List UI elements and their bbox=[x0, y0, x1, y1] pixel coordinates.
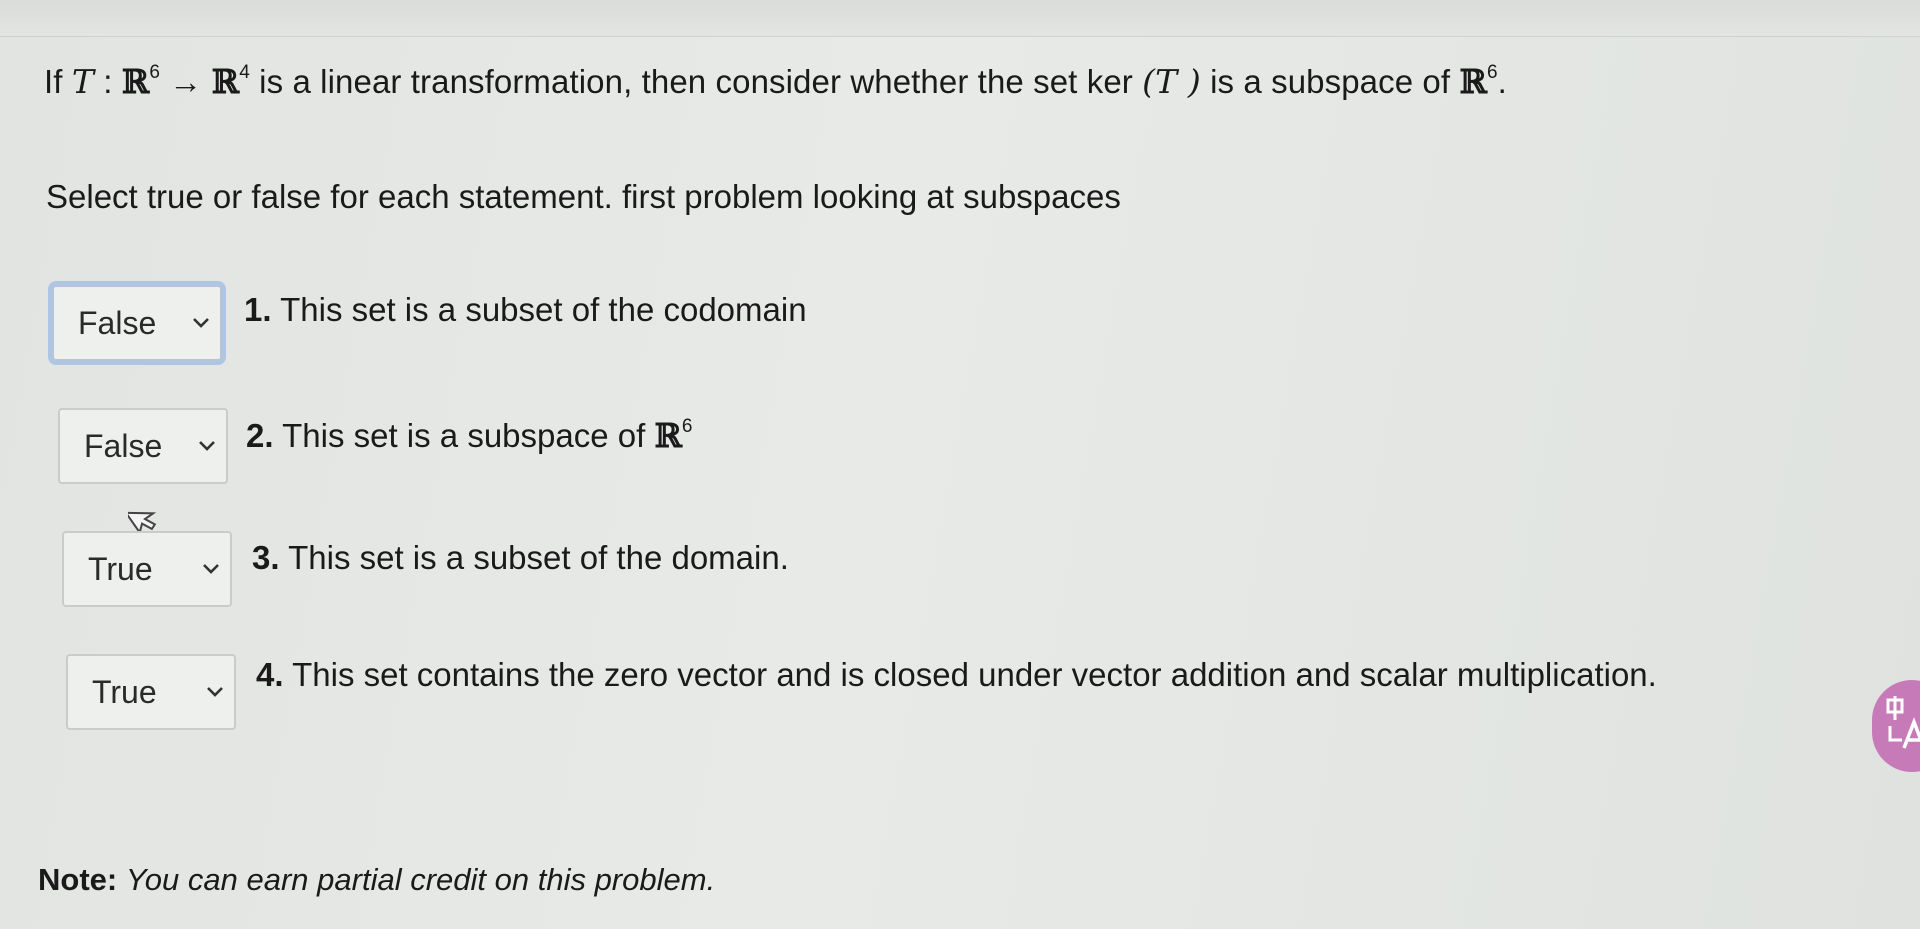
true-false-select-1[interactable]: False bbox=[52, 285, 222, 361]
math-exp: 6 bbox=[681, 416, 693, 437]
page: If T : ℝ6 → ℝ4 is a linear transformatio… bbox=[0, 0, 1920, 929]
instructions: Select true or false for each statement.… bbox=[46, 178, 1121, 215]
chevron-down-icon bbox=[192, 562, 230, 576]
statement-number: 4. bbox=[256, 656, 284, 693]
true-false-select-4[interactable]: True bbox=[66, 654, 236, 730]
statement-number: 1. bbox=[244, 291, 272, 328]
math-R-domain: ℝ bbox=[121, 62, 150, 101]
math-exp-space: 6 bbox=[1486, 62, 1498, 83]
top-border bbox=[0, 0, 1920, 37]
question-period: . bbox=[1497, 63, 1507, 100]
statement-row-1: False 1. This set is a subset of the cod… bbox=[0, 285, 1900, 367]
translate-icon bbox=[1884, 695, 1920, 757]
math-R-space: ℝ bbox=[1459, 62, 1487, 101]
statement-body: This set is a subset of the codomain bbox=[280, 291, 807, 328]
math-exp-domain: 6 bbox=[149, 62, 160, 83]
chevron-down-icon bbox=[196, 685, 234, 699]
question-text: If T : ℝ6 → ℝ4 is a linear transformatio… bbox=[44, 62, 1507, 101]
statement-body: This set contains the zero vector and is… bbox=[292, 656, 1657, 693]
math-R: ℝ bbox=[654, 416, 682, 455]
select-value: False bbox=[78, 304, 157, 341]
true-false-select-3[interactable]: True bbox=[62, 531, 232, 607]
statement-text-3: 3. This set is a subset of the domain. bbox=[252, 539, 789, 577]
math-ker-T: (T ) bbox=[1142, 62, 1201, 101]
math-colon: : bbox=[103, 63, 113, 100]
math-R-codomain: ℝ bbox=[211, 62, 240, 101]
statement-text-2: 2. This set is a subspace of ℝ6 bbox=[246, 416, 692, 455]
statement-number: 3. bbox=[252, 539, 280, 576]
true-false-select-2[interactable]: False bbox=[58, 408, 228, 484]
statement-row-2: False 2. This set is a subspace of ℝ6 bbox=[0, 408, 1900, 490]
statement-body: This set is a subset of the domain. bbox=[288, 539, 789, 576]
question-prefix: If bbox=[44, 63, 63, 100]
question-middle: is a linear transformation, then conside… bbox=[259, 63, 1133, 100]
statement-body: This set is a subspace of bbox=[282, 417, 646, 454]
statement-text-4: 4. This set contains the zero vector and… bbox=[256, 656, 1657, 694]
math-arrow: → bbox=[169, 63, 203, 100]
select-value: True bbox=[88, 550, 153, 587]
note-text: You can earn partial credit on this prob… bbox=[125, 862, 716, 897]
chevron-down-icon bbox=[182, 316, 220, 330]
math-T: T bbox=[71, 62, 94, 101]
statement-row-4: True 4. This set contains the zero vecto… bbox=[0, 654, 1900, 736]
question-suffix: is a subspace of bbox=[1210, 63, 1451, 100]
statement-text-1: 1. This set is a subset of the codomain bbox=[244, 291, 807, 329]
math-exp-codomain: 4 bbox=[239, 62, 250, 83]
chevron-down-icon bbox=[188, 439, 226, 453]
note: Note: You can earn partial credit on thi… bbox=[38, 862, 715, 898]
statement-number: 2. bbox=[246, 417, 274, 454]
select-value: False bbox=[84, 427, 163, 464]
statement-row-3: True 3. This set is a subset of the doma… bbox=[0, 531, 1900, 613]
note-label: Note: bbox=[38, 862, 118, 897]
select-value: True bbox=[92, 673, 157, 710]
